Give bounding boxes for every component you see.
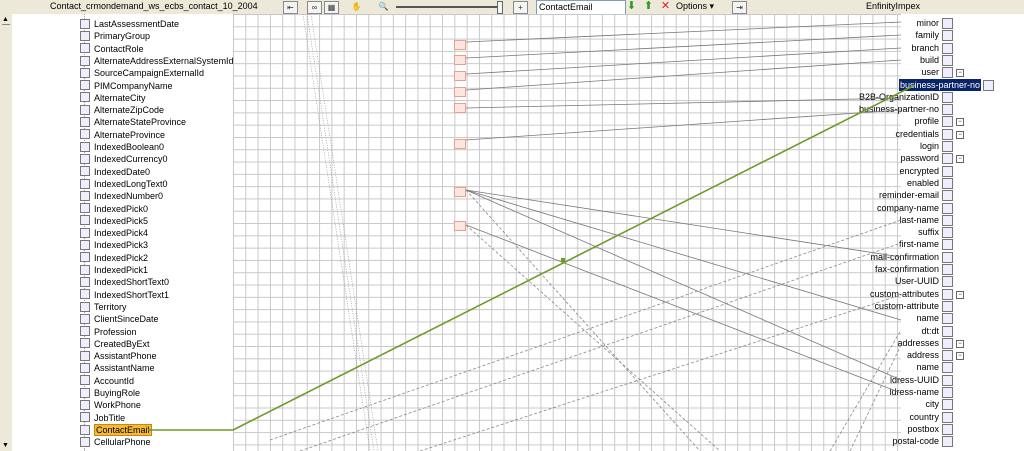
mapping-line[interactable] <box>465 189 902 321</box>
mapping-line[interactable] <box>465 97 902 109</box>
mapping-line[interactable] <box>465 47 902 75</box>
mapping-line[interactable] <box>465 189 902 381</box>
mapping-midpoint-handle[interactable] <box>561 258 565 262</box>
selected-mapping-line[interactable] <box>232 84 916 431</box>
mapping-line[interactable] <box>465 224 902 394</box>
mapping-line[interactable] <box>465 189 902 258</box>
mapping-lines <box>148 13 916 451</box>
mapping-line[interactable] <box>465 59 902 91</box>
mapping-line[interactable] <box>465 34 902 59</box>
mapping-line[interactable] <box>465 21 902 43</box>
